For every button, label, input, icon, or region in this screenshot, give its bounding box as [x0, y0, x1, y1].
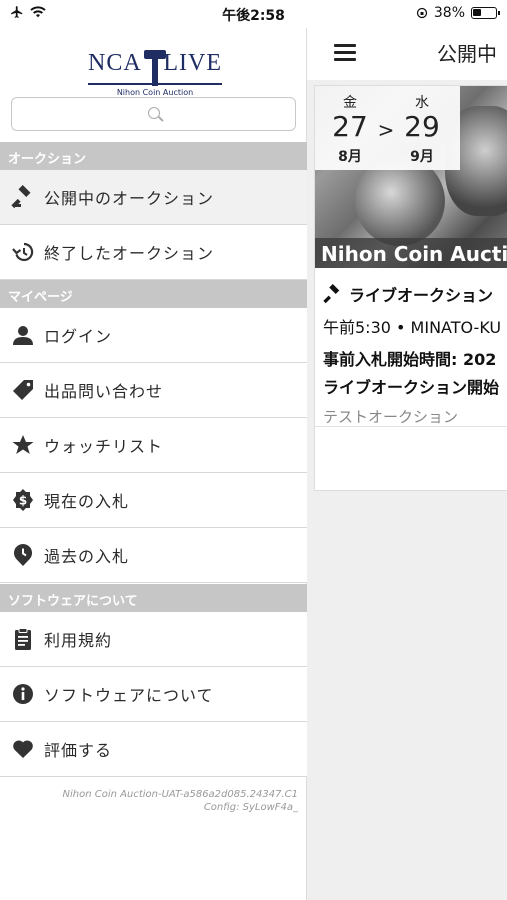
- menu-item-label: ソフトウェアについて: [44, 686, 214, 705]
- menu-item-label: 利用規約: [44, 631, 113, 650]
- date-range-arrow: >: [377, 118, 395, 142]
- heart-icon: [11, 737, 35, 761]
- menu-item-terms[interactable]: 利用規約: [0, 612, 307, 667]
- menu-item-consignment-inquiry[interactable]: 出品問い合わせ: [0, 363, 307, 418]
- logo-text-left: NCA: [88, 50, 142, 76]
- auction-name: テストオークション: [323, 408, 459, 426]
- search-input[interactable]: [11, 97, 296, 131]
- version-info: Nihon Coin Auction-UAT-a586a2d085.24347.…: [63, 788, 298, 814]
- auction-card[interactable]: 金 27 8月 > 水 29 9月 Nihon Coin Auctio ライブオ…: [314, 85, 507, 491]
- start-day: 27: [332, 110, 368, 143]
- menu-item-label: 評価する: [44, 741, 113, 760]
- battery-percentage: 38%: [433, 5, 465, 21]
- menu-item-label: 現在の入札: [44, 492, 130, 511]
- gavel-icon: [11, 184, 35, 209]
- end-weekday: 水: [415, 95, 429, 111]
- auction-coin-image: 金 27 8月 > 水 29 9月 Nihon Coin Auctio: [315, 86, 507, 268]
- menu-item-label: 出品問い合わせ: [44, 382, 164, 401]
- hamburger-menu-icon[interactable]: [334, 44, 356, 62]
- config-line: Config: SyLowF4a_: [203, 802, 298, 813]
- start-weekday: 金: [343, 95, 357, 111]
- prebid-start: 事前入札開始時間: 202: [323, 350, 497, 369]
- star-icon: [11, 433, 35, 457]
- tag-icon: [11, 378, 35, 402]
- nca-live-logo: NCA LIVE Nihon Coin Auction: [88, 40, 222, 97]
- menu-item-past-bids[interactable]: 過去の入札: [0, 528, 307, 583]
- gavel-icon: [144, 50, 166, 86]
- search-icon: [148, 107, 160, 119]
- status-bar: 午後2:58 38%: [0, 0, 507, 28]
- section-header-auctions: オークション: [0, 142, 307, 170]
- page-title: 公開中: [437, 42, 497, 66]
- menu-item-label: ログイン: [44, 327, 113, 346]
- auction-time-location: 午前5:30 • MINATO-KU: [323, 318, 502, 337]
- live-start: ライブオークション開始: [323, 378, 500, 397]
- section-header-about-software: ソフトウェアについて: [0, 584, 307, 612]
- end-month: 9月: [410, 149, 434, 165]
- menu-item-ended-auctions[interactable]: 終了したオークション: [0, 225, 307, 280]
- version-line: Nihon Coin Auction-UAT-a586a2d085.24347.…: [62, 789, 298, 800]
- menu-item-label: 過去の入札: [44, 547, 130, 566]
- menu-item-rate-app[interactable]: 評価する: [0, 722, 307, 777]
- logo-subtitle: Nihon Coin Auction: [116, 88, 194, 97]
- logo-text-right: LIVE: [163, 50, 222, 76]
- menu-item-label: ウォッチリスト: [44, 437, 164, 456]
- battery-icon: [471, 7, 500, 19]
- top-bar: 公開中: [307, 28, 507, 80]
- info-icon: [11, 682, 35, 706]
- end-day: 29: [404, 110, 440, 143]
- history-icon: [11, 240, 35, 264]
- menu-item-login[interactable]: ログイン: [0, 308, 307, 363]
- auction-type: ライブオークション: [349, 286, 494, 305]
- menu-item-label: 終了したオークション: [44, 244, 215, 263]
- auction-info: ライブオークション 午前5:30 • MINATO-KU 事前入札開始時間: 2…: [323, 282, 507, 427]
- menu-item-about-software[interactable]: ソフトウェアについて: [0, 667, 307, 722]
- gavel-icon: [323, 284, 340, 304]
- start-month: 8月: [338, 149, 362, 165]
- navigation-drawer: NCA LIVE Nihon Coin Auction オークション 公開中のオ…: [0, 28, 307, 900]
- menu-item-current-bids[interactable]: $ 現在の入札: [0, 473, 307, 528]
- orientation-lock-icon: [416, 7, 427, 19]
- clipboard-icon: [11, 627, 35, 651]
- user-icon: [11, 323, 35, 347]
- auction-house-caption: Nihon Coin Auctio: [315, 238, 507, 268]
- menu-item-open-auctions[interactable]: 公開中のオークション: [0, 170, 307, 225]
- auction-date-range: 金 27 8月 > 水 29 9月: [315, 86, 460, 170]
- section-header-mypage: マイページ: [0, 280, 307, 308]
- menu-item-watchlist[interactable]: ウォッチリスト: [0, 418, 307, 473]
- clock-badge-icon: [11, 543, 35, 567]
- dollar-badge-icon: $: [11, 488, 35, 512]
- menu-item-label: 公開中のオークション: [44, 189, 215, 208]
- main-content: 公開中 金 27 8月 > 水 29 9月 Nihon Coin Auctio …: [307, 28, 507, 900]
- svg-text:$: $: [19, 494, 27, 508]
